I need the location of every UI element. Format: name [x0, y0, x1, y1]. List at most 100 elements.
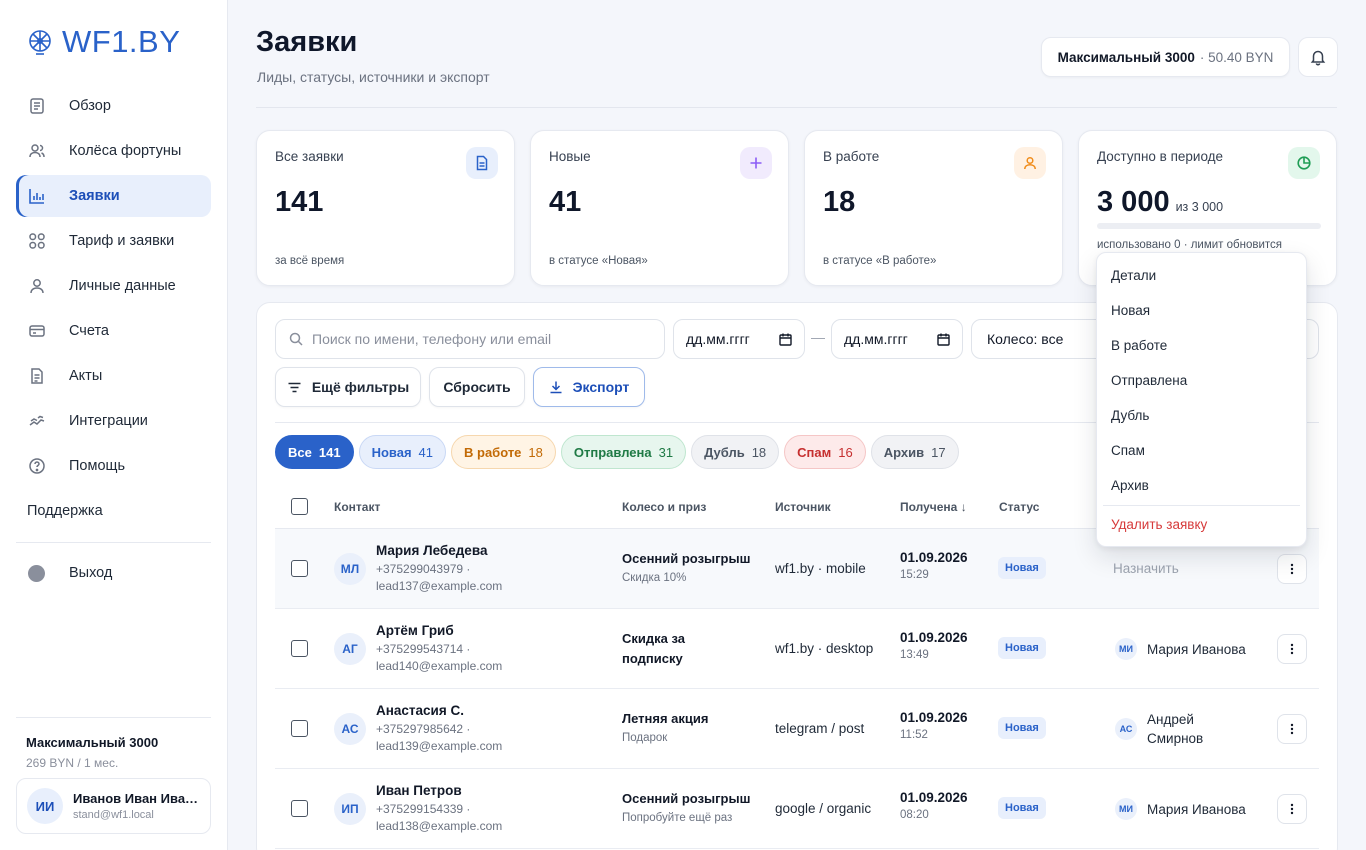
status-badge[interactable]: Новая [998, 637, 1046, 659]
wheel-logo-icon [26, 28, 54, 56]
users-icon [28, 142, 46, 160]
search-input[interactable] [312, 331, 652, 347]
prize-sub: Попробуйте ещё раз [622, 812, 733, 824]
table-row[interactable]: АГ Артём Гриб +375299543714 · lead140@exa… [275, 609, 1319, 689]
contact-email: lead139@example.com [376, 739, 503, 753]
status-chip-count: 18 [751, 444, 767, 460]
assignee[interactable]: МИ Мария Иванова [1115, 798, 1246, 820]
status-chip[interactable]: Спам 16 [784, 435, 866, 469]
user-icon [1014, 147, 1046, 179]
stat-value-suffix: из 3 000 [1175, 200, 1224, 214]
contact-avatar: ИП [334, 793, 366, 825]
logo[interactable]: WF1.BY [26, 24, 180, 60]
status-chip[interactable]: Архив 17 [870, 435, 959, 469]
stat-value: 3 000 из 3 000 [1097, 186, 1224, 218]
status-chip-label: В работе [464, 444, 522, 460]
source: telegram / post [775, 721, 865, 736]
row-menu-button[interactable] [1277, 634, 1307, 664]
status-chip-label: Все [288, 444, 312, 460]
menu-item-status-spam[interactable]: Спам [1097, 433, 1306, 468]
contact-email: lead140@example.com [376, 659, 503, 673]
status-badge[interactable]: Новая [998, 557, 1046, 579]
sidebar-item-help[interactable]: Помощь [16, 445, 211, 487]
status-chip-label: Спам [797, 444, 832, 460]
row-menu-button[interactable] [1277, 714, 1307, 744]
prize-sub: Скидка 10% [622, 572, 687, 584]
reset-button[interactable]: Сбросить [429, 367, 525, 407]
notifications-button[interactable] [1298, 37, 1338, 77]
stat-label: Новые [549, 149, 591, 164]
sidebar-item-label: Акты [69, 368, 103, 384]
plan-price: 269 BYN / 1 мес. [26, 756, 119, 770]
prize-title: Осенний розыгрыш [622, 791, 751, 806]
sidebar-item-support[interactable]: Поддержка [16, 490, 211, 532]
row-checkbox[interactable] [291, 560, 308, 577]
sidebar-item-wheels[interactable]: Колёса фортуны [16, 130, 211, 172]
logout-label: Выход [69, 565, 113, 581]
menu-item-details[interactable]: Детали [1097, 258, 1306, 293]
sidebar-item-personal[interactable]: Личные данные [16, 265, 211, 307]
table-row[interactable]: ИП Иван Петров +375299154339 · lead138@ex… [275, 769, 1319, 849]
sidebar-item-acts[interactable]: Акты [16, 355, 211, 397]
menu-item-status-duplicate[interactable]: Дубль [1097, 398, 1306, 433]
table-row[interactable]: АС Анастасия С. +375297985642 · lead139@e… [275, 689, 1319, 769]
export-button[interactable]: Экспорт [533, 367, 645, 407]
status-chip[interactable]: В работе 18 [451, 435, 556, 469]
status-badge[interactable]: Новая [998, 717, 1046, 739]
select-all-checkbox[interactable] [291, 498, 308, 515]
search-box[interactable] [275, 319, 665, 359]
col-received[interactable]: Получена ↓ [900, 500, 967, 514]
sidebar-item-requests[interactable]: Заявки [16, 175, 211, 217]
sidebar-item-integrations[interactable]: Интеграции [16, 400, 211, 442]
sidebar-item-invoices[interactable]: Счета [16, 310, 211, 352]
sidebar-item-tariff[interactable]: Тариф и заявки [16, 220, 211, 262]
user-card[interactable]: ИИ Иванов Иван Иванович stand@wf1.local [16, 778, 211, 834]
status-chip-label: Архив [883, 444, 925, 460]
status-chip[interactable]: Дубль 18 [691, 435, 780, 469]
status-chip-label: Дубль [704, 444, 745, 460]
status-badge[interactable]: Новая [998, 797, 1046, 819]
prize-title: Осенний розыгрыш [622, 551, 751, 566]
col-source[interactable]: Источник [775, 500, 831, 514]
menu-item-status-sent[interactable]: Отправлена [1097, 363, 1306, 398]
menu-item-status-new[interactable]: Новая [1097, 293, 1306, 328]
menu-item-status-archive[interactable]: Архив [1097, 468, 1306, 503]
status-chip[interactable]: Все 141 [275, 435, 354, 469]
card-icon [28, 322, 46, 340]
status-chip-count: 141 [318, 444, 341, 460]
col-status[interactable]: Статус [999, 500, 1039, 514]
assign-link[interactable]: Назначить [1113, 561, 1179, 576]
sidebar-item-label: Личные данные [69, 278, 176, 294]
export-label: Экспорт [572, 379, 630, 395]
bell-icon [1309, 48, 1327, 66]
bar-chart-icon [28, 187, 46, 205]
status-chip[interactable]: Новая 41 [358, 435, 446, 469]
row-menu-button[interactable] [1277, 554, 1307, 584]
stat-note: в статусе «В работе» [823, 255, 937, 267]
row-checkbox[interactable] [291, 800, 308, 817]
sidebar-item-overview[interactable]: Обзор [16, 85, 211, 127]
row-menu-button[interactable] [1277, 794, 1307, 824]
col-contact[interactable]: Контакт [334, 500, 380, 514]
assignee[interactable]: МИ Мария Иванова [1115, 638, 1246, 660]
assignee-name: Андрей Смирнов [1147, 712, 1204, 746]
date-to-field[interactable]: дд.мм.гггг [831, 319, 963, 359]
contact-email: lead137@example.com [376, 579, 503, 593]
more-filters-button[interactable]: Ещё фильтры [275, 367, 421, 407]
calendar-icon [937, 333, 950, 346]
row-checkbox[interactable] [291, 640, 308, 657]
date-range-separator: — [811, 329, 825, 345]
menu-item-status-in-progress[interactable]: В работе [1097, 328, 1306, 363]
stat-label: В работе [823, 149, 880, 164]
menu-item-delete[interactable]: Удалить заявку [1097, 507, 1306, 542]
date-from-field[interactable]: дд.мм.гггг [673, 319, 805, 359]
status-chip[interactable]: Отправлена 31 [560, 435, 687, 469]
stat-note: за всё время [275, 255, 345, 267]
sidebar-footer: Максимальный 3000 269 BYN / 1 мес. ИИ Ив… [16, 717, 211, 834]
sidebar-item-label: Заявки [69, 188, 120, 204]
col-prize[interactable]: Колесо и приз [622, 500, 706, 514]
assignee[interactable]: АС Андрей Смирнов [1115, 710, 1217, 748]
plan-balance-pill[interactable]: Максимальный 3000 · 50.40 BYN [1041, 37, 1290, 77]
row-checkbox[interactable] [291, 720, 308, 737]
logout-button[interactable]: Выход [16, 552, 211, 594]
